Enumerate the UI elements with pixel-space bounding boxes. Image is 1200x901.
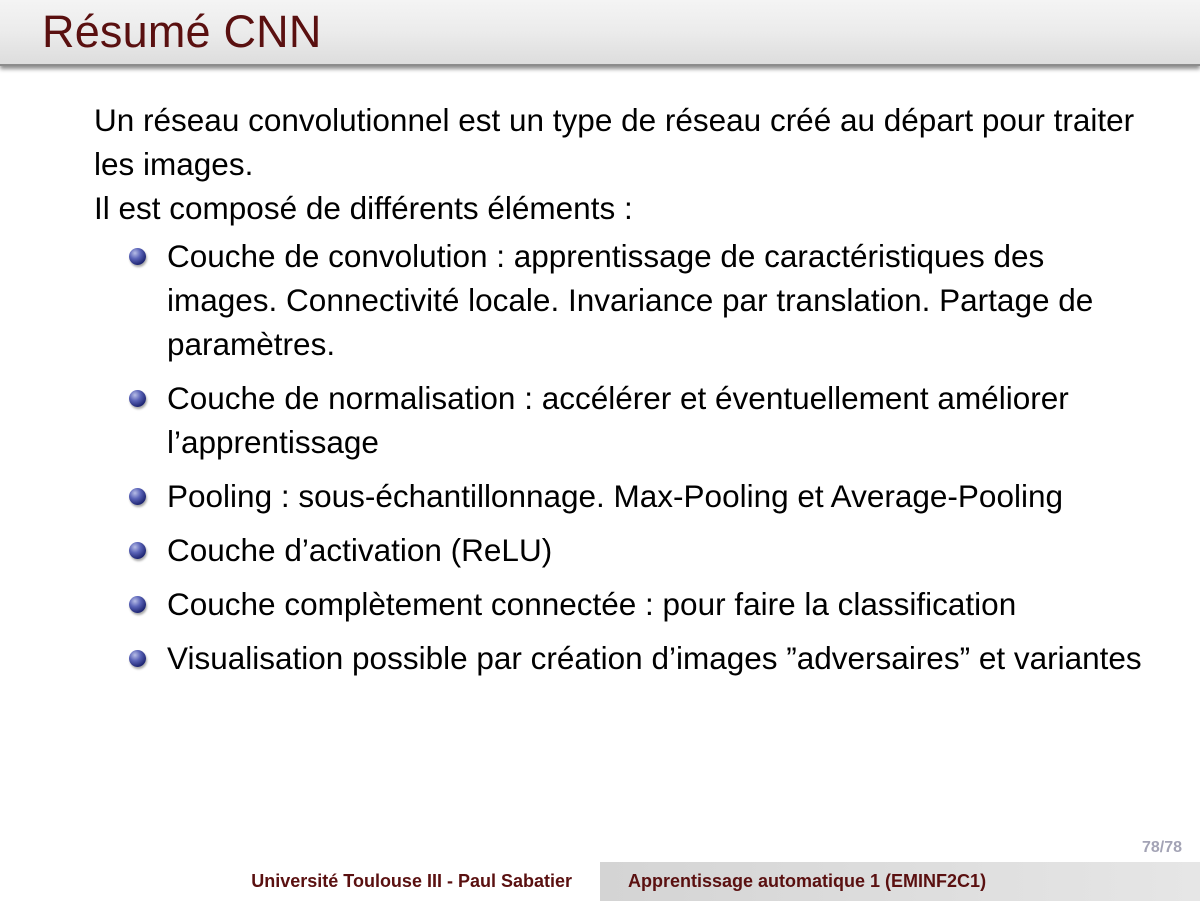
bullet-text: Pooling : sous-échantillonnage. Max-Pool… xyxy=(167,478,1063,514)
bullet-icon xyxy=(129,488,146,505)
bullet-icon xyxy=(129,542,146,559)
bullet-item-normalisation: Couche de normalisation : accélérer et é… xyxy=(129,376,1154,464)
footer: Université Toulouse III - Paul Sabatier … xyxy=(0,862,1200,901)
bullet-list: Couche de convolution : apprentissage de… xyxy=(94,234,1154,680)
page-number: 78/78 xyxy=(1141,839,1182,856)
bullet-icon xyxy=(129,596,146,613)
footer-course: Apprentissage automatique 1 (EMINF2C1) xyxy=(600,862,1200,901)
bullet-item-convolution: Couche de convolution : apprentissage de… xyxy=(129,234,1154,366)
slide-content: Un réseau convolutionnel est un type de … xyxy=(94,98,1154,690)
intro-text: Un réseau convolutionnel est un type de … xyxy=(94,98,1154,230)
bullet-text: Visualisation possible par création d’im… xyxy=(167,640,1142,676)
bullet-icon xyxy=(129,650,146,667)
bullet-icon xyxy=(129,390,146,407)
bullet-text: Couche complètement connectée : pour fai… xyxy=(167,586,1017,622)
slide-title: Résumé CNN xyxy=(42,6,322,57)
bullet-item-fully-connected: Couche complètement connectée : pour fai… xyxy=(129,582,1154,626)
footer-institution: Université Toulouse III - Paul Sabatier xyxy=(0,862,600,901)
bullet-item-pooling: Pooling : sous-échantillonnage. Max-Pool… xyxy=(129,474,1154,518)
bullet-text: Couche de normalisation : accélérer et é… xyxy=(167,380,1069,460)
bullet-text: Couche de convolution : apprentissage de… xyxy=(167,238,1094,362)
intro-line-1: Un réseau convolutionnel est un type de … xyxy=(94,102,1135,182)
bullet-icon xyxy=(129,248,146,265)
bullet-text: Couche d’activation (ReLU) xyxy=(167,532,553,568)
bullet-item-activation: Couche d’activation (ReLU) xyxy=(129,528,1154,572)
intro-line-2: Il est composé de différents éléments : xyxy=(94,190,633,226)
bullet-item-visualisation: Visualisation possible par création d’im… xyxy=(129,636,1154,680)
title-bar: Résumé CNN xyxy=(0,0,1200,66)
